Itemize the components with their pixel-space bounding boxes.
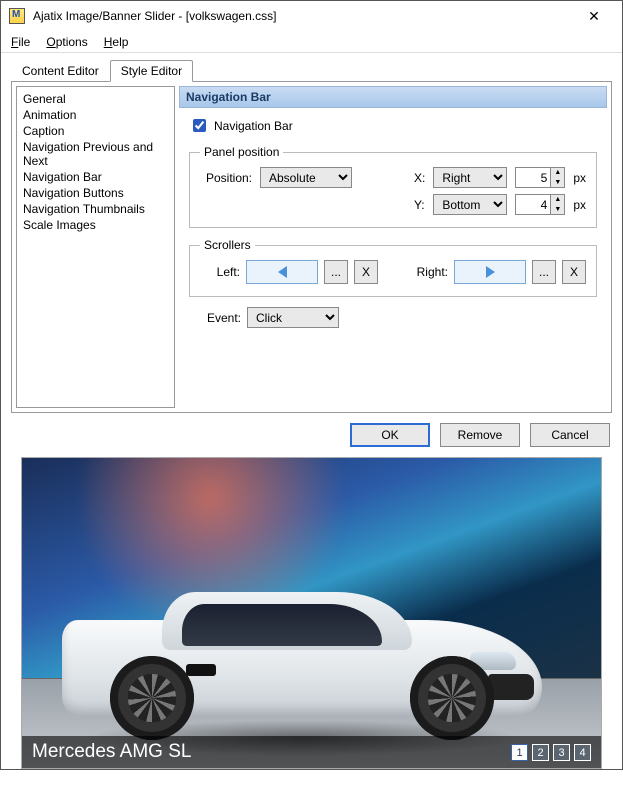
navigation-bar-checkbox[interactable]: Navigation Bar (189, 116, 597, 135)
chevron-right-icon (486, 266, 495, 278)
event-label: Event: (189, 311, 241, 325)
y-label: Y: (414, 198, 425, 212)
menu-file[interactable]: File (11, 35, 30, 49)
navigation-bar-checkbox-input[interactable] (193, 119, 206, 132)
pager: 1 2 3 4 (511, 744, 591, 761)
panel-position-group: Panel position Position: Absolute X: Rig… (189, 145, 597, 228)
slider-preview: Mercedes AMG SL 1 2 3 4 (21, 457, 602, 769)
sidebar-item-nav-bar[interactable]: Navigation Bar (23, 169, 168, 185)
right-arrow-preview[interactable] (454, 260, 526, 284)
sidebar-item-nav-thumbnails[interactable]: Navigation Thumbnails (23, 201, 168, 217)
page-4[interactable]: 4 (574, 744, 591, 761)
cancel-button[interactable]: Cancel (530, 423, 610, 447)
section-title: Navigation Bar (179, 86, 607, 108)
right-clear-button[interactable]: X (562, 260, 586, 284)
sidebar-item-nav-buttons[interactable]: Navigation Buttons (23, 185, 168, 201)
event-select[interactable]: Click (247, 307, 339, 328)
y-value-spin[interactable]: ▲▼ (515, 194, 565, 215)
menu-options[interactable]: Options (46, 35, 87, 49)
slide-caption: Mercedes AMG SL (32, 741, 191, 763)
left-label: Left: (200, 265, 240, 279)
close-icon[interactable]: ✕ (574, 8, 614, 25)
x-anchor-select[interactable]: Right (433, 167, 507, 188)
x-value-spin[interactable]: ▲▼ (515, 167, 565, 188)
scrollers-legend: Scrollers (200, 238, 255, 252)
sidebar-item-animation[interactable]: Animation (23, 107, 168, 123)
remove-button[interactable]: Remove (440, 423, 520, 447)
navigation-bar-checkbox-label: Navigation Bar (214, 119, 293, 133)
car-illustration (62, 580, 542, 740)
page-2[interactable]: 2 (532, 744, 549, 761)
tabs: Content Editor Style Editor (11, 60, 612, 82)
y-up-icon[interactable]: ▲ (551, 195, 564, 205)
position-label: Position: (200, 171, 252, 185)
ok-button[interactable]: OK (350, 423, 430, 447)
sidebar-item-nav-prev-next[interactable]: Navigation Previous and Next (23, 139, 168, 169)
sidebar-item-caption[interactable]: Caption (23, 123, 168, 139)
left-arrow-preview[interactable] (246, 260, 318, 284)
caption-bar: Mercedes AMG SL 1 2 3 4 (22, 736, 601, 768)
menubar: File Options Help (1, 31, 622, 53)
app-icon (9, 8, 25, 24)
left-browse-button[interactable]: ... (324, 260, 348, 284)
x-up-icon[interactable]: ▲ (551, 168, 564, 178)
y-value-input[interactable] (515, 194, 551, 215)
right-label: Right: (408, 265, 448, 279)
x-value-input[interactable] (515, 167, 551, 188)
window-title: Ajatix Image/Banner Slider - [volkswagen… (33, 9, 574, 23)
x-down-icon[interactable]: ▼ (551, 178, 564, 188)
y-down-icon[interactable]: ▼ (551, 205, 564, 215)
chevron-left-icon (278, 266, 287, 278)
sidebar-item-scale-images[interactable]: Scale Images (23, 217, 168, 233)
x-unit: px (573, 171, 586, 185)
left-clear-button[interactable]: X (354, 260, 378, 284)
y-anchor-select[interactable]: Bottom (433, 194, 507, 215)
right-browse-button[interactable]: ... (532, 260, 556, 284)
panel-position-legend: Panel position (200, 145, 283, 159)
titlebar: Ajatix Image/Banner Slider - [volkswagen… (1, 1, 622, 31)
tab-style-editor[interactable]: Style Editor (110, 60, 193, 82)
tab-content-editor[interactable]: Content Editor (11, 60, 110, 82)
style-category-list: General Animation Caption Navigation Pre… (16, 86, 175, 408)
sidebar-item-general[interactable]: General (23, 91, 168, 107)
menu-help[interactable]: Help (104, 35, 129, 49)
page-1[interactable]: 1 (511, 744, 528, 761)
x-label: X: (414, 171, 425, 185)
scrollers-group: Scrollers Left: ... X Right: ... X (189, 238, 597, 297)
position-select[interactable]: Absolute (260, 167, 352, 188)
y-unit: px (573, 198, 586, 212)
page-3[interactable]: 3 (553, 744, 570, 761)
